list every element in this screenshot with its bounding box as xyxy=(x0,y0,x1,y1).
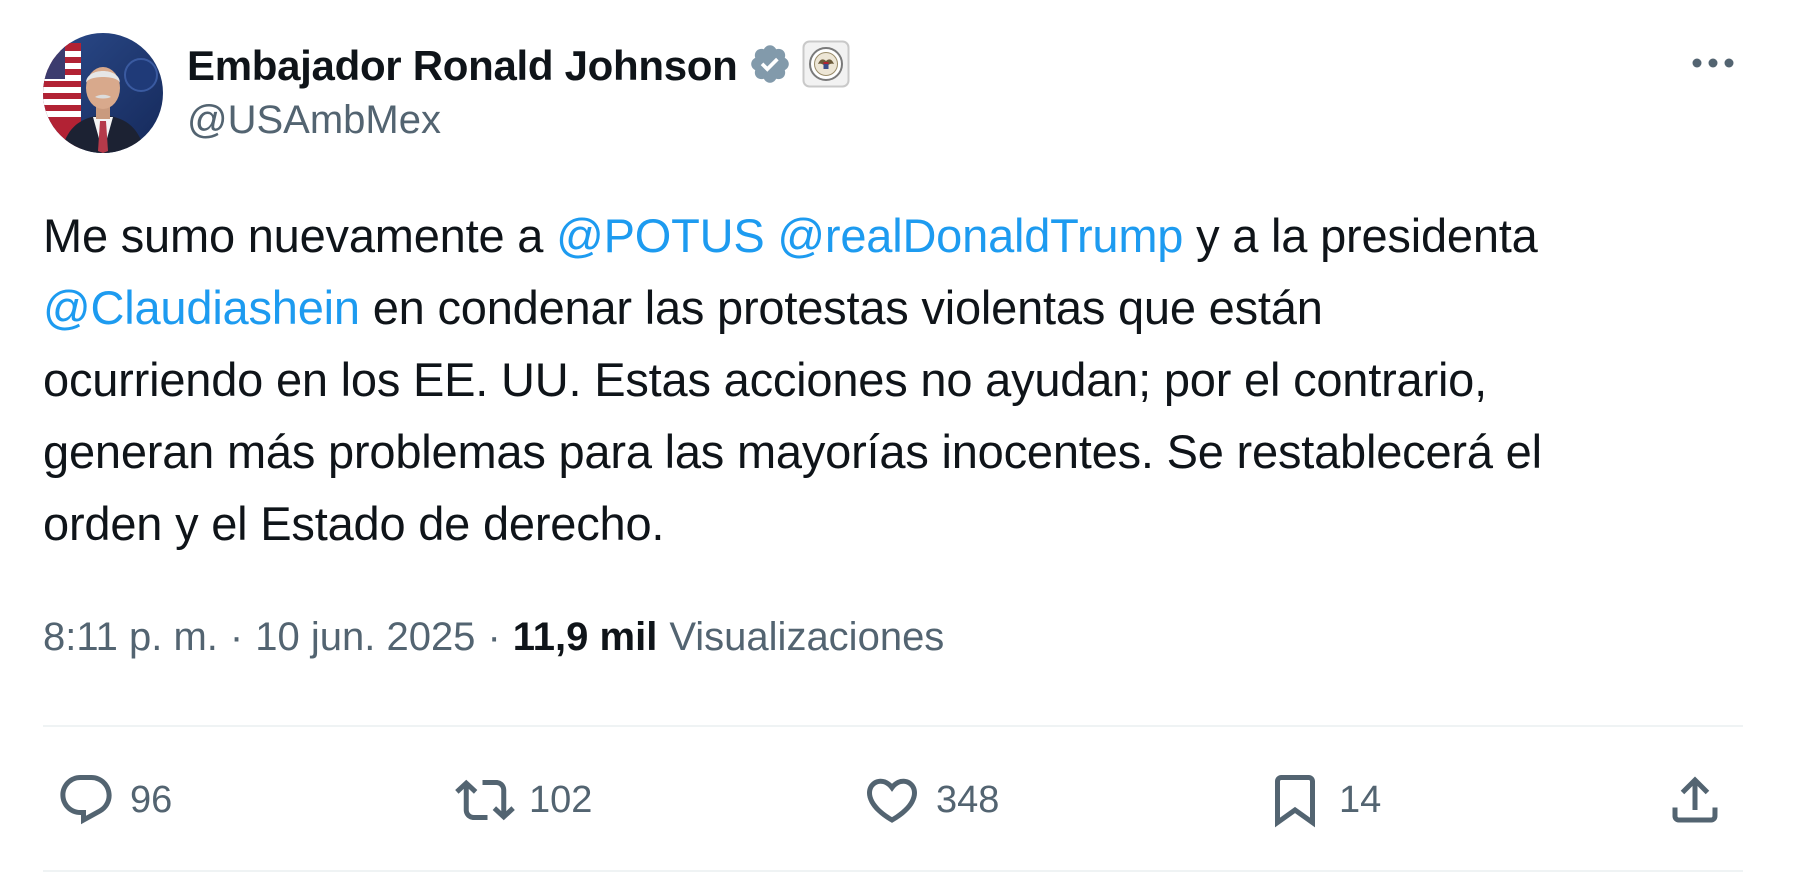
action-bar: 96 102 348 14 xyxy=(0,762,1794,838)
like-count: 348 xyxy=(936,778,1000,821)
views-label[interactable]: Visualizaciones xyxy=(669,615,944,660)
tweet-text-segment: ocurriendo en los EE. UU. Estas acciones… xyxy=(43,353,1487,406)
views-count[interactable]: 11,9 mil xyxy=(513,615,658,660)
tweet-text-line: ocurriendo en los EE. UU. Estas acciones… xyxy=(43,344,1743,416)
mention-link[interactable]: @Claudiashein xyxy=(43,281,360,334)
meta-separator: · xyxy=(229,615,244,659)
share-icon xyxy=(1672,776,1718,823)
verified-badge-icon[interactable] xyxy=(748,42,792,91)
tweet-text-segment: en condenar las protestas violentas que … xyxy=(359,281,1323,334)
bookmark-count: 14 xyxy=(1339,778,1382,821)
share-button[interactable] xyxy=(1665,762,1725,838)
divider xyxy=(43,870,1743,872)
reply-button[interactable]: 96 xyxy=(56,762,172,838)
tweet-text-line: orden y el Estado de derecho. xyxy=(43,488,1743,560)
author-line: Embajador Ronald Johnson xyxy=(187,36,850,96)
reply-count: 96 xyxy=(130,778,173,821)
more-options-button[interactable] xyxy=(1685,40,1741,86)
tweet-text-line: @Claudiashein en condenar las protestas … xyxy=(43,272,1743,344)
mention-link[interactable]: @realDonaldTrump xyxy=(777,209,1183,262)
reply-icon xyxy=(60,775,112,825)
tweet-text-segment xyxy=(765,209,778,262)
tweet-text: Me sumo nuevamente a @POTUS @realDonaldT… xyxy=(43,200,1743,560)
tweet-meta: 8:11 p. m. · 10 jun. 2025 · 11,9 mil Vis… xyxy=(43,615,944,660)
repost-icon xyxy=(455,779,515,821)
tweet-text-segment: Me sumo nuevamente a xyxy=(43,209,557,262)
divider xyxy=(43,725,1743,727)
avatar-portrait-icon xyxy=(43,33,163,153)
tweet-text-segment: orden y el Estado de derecho. xyxy=(43,497,665,550)
tweet-text-line: generan más problemas para las mayorías … xyxy=(43,416,1743,488)
meta-separator: · xyxy=(487,615,501,659)
repost-button[interactable]: 102 xyxy=(455,762,592,838)
bookmark-icon xyxy=(1275,775,1315,828)
mention-link[interactable]: @POTUS xyxy=(556,209,765,262)
tweet-date[interactable]: 10 jun. 2025 xyxy=(255,615,475,660)
tweet-text-segment: y a la presidenta xyxy=(1183,209,1538,262)
avatar[interactable] xyxy=(43,33,163,153)
tweet-time[interactable]: 8:11 p. m. xyxy=(43,615,218,660)
heart-icon xyxy=(866,778,918,823)
display-name[interactable]: Embajador Ronald Johnson xyxy=(187,42,738,90)
repost-count: 102 xyxy=(529,778,593,821)
tweet-card: Embajador Ronald Johnson @USAmbMex Me su… xyxy=(0,0,1794,874)
tweet-text-segment: generan más problemas para las mayorías … xyxy=(43,425,1542,478)
like-button[interactable]: 348 xyxy=(862,762,999,838)
bookmark-button[interactable]: 14 xyxy=(1265,762,1381,838)
author-handle[interactable]: @USAmbMex xyxy=(187,98,441,143)
tweet-text-line: Me sumo nuevamente a @POTUS @realDonaldT… xyxy=(43,200,1743,272)
more-dots-icon xyxy=(1692,58,1734,68)
state-department-seal-icon[interactable] xyxy=(802,40,850,93)
